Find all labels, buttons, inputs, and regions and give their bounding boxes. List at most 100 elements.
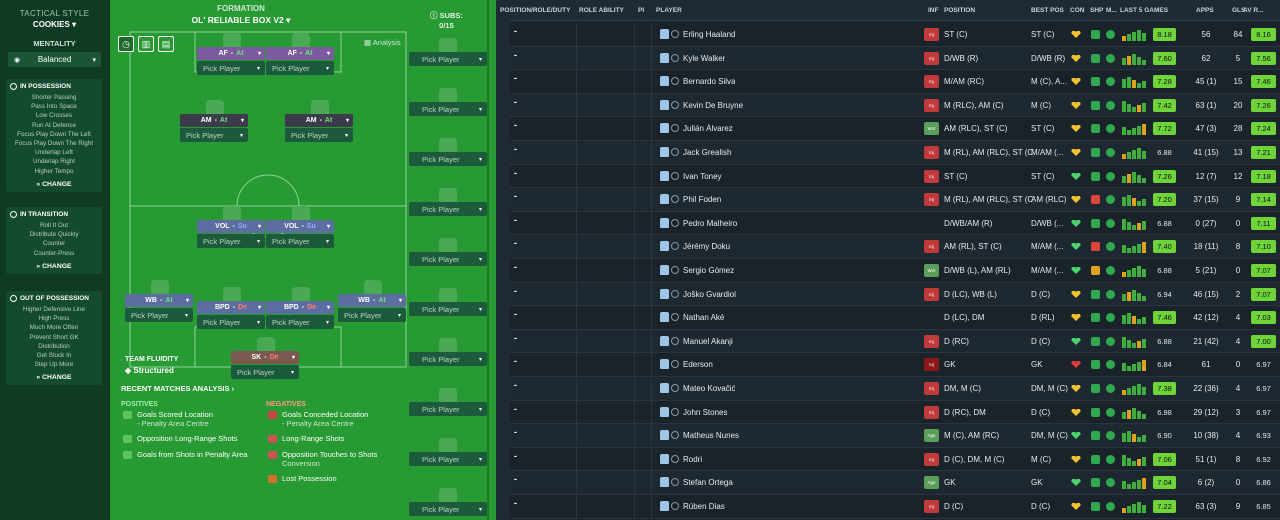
sub-pick-player-select[interactable]: Pick Player ▾ <box>409 488 487 516</box>
position-slot-sk[interactable]: SK - De ▾ Pick Player ▾ <box>231 337 299 381</box>
table-row[interactable]: - Jérémy Doku Inj AM (RL), ST (C) M/AM (... 7… <box>510 235 1280 259</box>
clipboard-icon[interactable]: ▤ <box>158 36 174 52</box>
sub-pick-player-select[interactable]: Pick Player ▾ <box>409 188 487 216</box>
table-row[interactable]: - Ederson Inj GK GK 6.84 61 0 6.97 <box>510 353 1280 377</box>
player-name[interactable]: Kyle Walker <box>683 54 725 63</box>
table-row[interactable]: - Manuel Akanji Inj D (RC) D (C) 6.88 21 (42) 4… <box>510 329 1280 354</box>
positive-item[interactable]: Opposition Long-Range Shots <box>121 434 261 443</box>
table-row[interactable]: - John Stones Inj D (RC), DM D (C) 6.98 29 (12… <box>510 400 1280 425</box>
column-header[interactable]: CON <box>1070 7 1084 14</box>
column-header[interactable]: LAST 5 GAMES <box>1120 7 1168 14</box>
table-row[interactable]: - Mateo Kovačić Inj DM, M (C) DM, M (C) 7.38 2… <box>510 377 1280 401</box>
player-name[interactable]: Bernardo Silva <box>683 77 735 86</box>
position-slot-vol[interactable]: VOL - Su ▾ Pick Player ▾ <box>266 206 334 250</box>
role-duty-label[interactable]: BPD - De ▾ <box>197 301 265 314</box>
position-role-duty[interactable]: - <box>514 262 517 272</box>
position-role-duty[interactable]: - <box>514 474 517 484</box>
negative-item[interactable]: Long-Range Shots <box>266 434 406 443</box>
analysis-toggle[interactable]: ▦ Analysis <box>364 38 401 47</box>
pick-player-select[interactable]: Pick Player ▾ <box>285 128 353 142</box>
player-name[interactable]: Rodri <box>683 455 702 464</box>
role-duty-label[interactable]: AF - At ▾ <box>197 47 265 60</box>
pick-player-select[interactable]: Pick Player ▾ <box>197 315 265 329</box>
sub-pick-player-select[interactable]: Pick Player ▾ <box>409 38 487 66</box>
position-role-duty[interactable]: - <box>514 144 517 154</box>
player-name[interactable]: Julián Álvarez <box>683 124 733 133</box>
position-role-duty[interactable]: - <box>514 168 517 178</box>
pick-player-select[interactable]: Pick Player ▾ <box>231 365 299 379</box>
position-slot-am[interactable]: AM - At ▾ Pick Player ▾ <box>180 100 248 144</box>
table-row[interactable]: - Ivan Toney Inj ST (C) ST (C) 7.26 12 (7) 12 7.… <box>510 164 1280 189</box>
position-slot-wb[interactable]: WB - At ▾ Pick Player ▾ <box>338 280 406 324</box>
table-row[interactable]: - Bernardo Silva Inj M/AM (RC) M (C), A... 7.… <box>510 70 1280 94</box>
player-name[interactable]: Kevin De Bruyne <box>683 101 743 110</box>
column-header[interactable]: POSITION/ROLE/DUTY <box>500 7 570 14</box>
position-role-duty[interactable]: - <box>514 309 517 319</box>
table-row[interactable]: - Kyle Walker Inj D/WB (R) D/WB (R) 7.60 62 5 7.… <box>510 46 1280 71</box>
player-name[interactable]: Matheus Nunes <box>683 431 739 440</box>
pick-player-select[interactable]: Pick Player ▾ <box>197 234 265 248</box>
role-duty-label[interactable]: BPD - De ▾ <box>266 301 334 314</box>
change-button[interactable]: » CHANGE <box>6 263 102 270</box>
role-duty-label[interactable]: AM - At ▾ <box>285 114 353 127</box>
role-duty-label[interactable]: WB - At ▾ <box>338 294 406 307</box>
positive-item[interactable]: Goals from Shots in Penalty Area <box>121 450 261 459</box>
position-role-duty[interactable]: - <box>514 498 517 508</box>
table-row[interactable]: - Matheus Nunes Agn M (C), AM (RC) DM, M (C)… <box>510 424 1280 448</box>
negative-item[interactable]: Lost Possession <box>266 474 406 483</box>
player-name[interactable]: Sergio Gómez <box>683 266 734 275</box>
position-role-duty[interactable]: - <box>514 26 517 36</box>
recent-matches-analysis-link[interactable]: RECENT MATCHES ANALYSIS › <box>121 384 234 393</box>
table-row[interactable]: - Phil Foden Inj M (RL), AM (RLC), ST (C) AM… <box>510 188 1280 212</box>
position-role-duty[interactable]: - <box>514 191 517 201</box>
column-header[interactable]: ROLE ABILITY <box>579 7 624 14</box>
column-header[interactable]: PI <box>638 7 644 14</box>
role-duty-label[interactable]: WB - At ▾ <box>125 294 193 307</box>
sub-pick-player-select[interactable]: Pick Player ▾ <box>409 388 487 416</box>
position-role-duty[interactable]: - <box>514 356 517 366</box>
column-header[interactable]: SHP <box>1090 7 1103 14</box>
column-header[interactable]: INF <box>928 7 938 14</box>
table-row[interactable]: - Rodri Inj D (C), DM, M (C) M (C) 7.06 51 (1)… <box>510 447 1280 472</box>
position-role-duty[interactable]: - <box>514 97 517 107</box>
position-role-duty[interactable]: - <box>514 427 517 437</box>
position-role-duty[interactable]: - <box>514 50 517 60</box>
player-name[interactable]: John Stones <box>683 408 727 417</box>
change-button[interactable]: » CHANGE <box>6 374 102 381</box>
negative-item[interactable]: Opposition Touches to Shots Conversion <box>266 450 406 468</box>
table-row[interactable]: - Sergio Gómez Wnt D/WB (L), AM (RL) M/AM (.… <box>510 259 1280 283</box>
table-row[interactable]: - Rúben Dias Inj D (C) D (C) 7.22 63 (3) 9 6.85 <box>510 495 1280 519</box>
table-row[interactable]: - Pedro Malheiro D/WB/AM (R) D/WB (... 6.88 0… <box>510 211 1280 236</box>
player-name[interactable]: Ederson <box>683 360 713 369</box>
sub-pick-player-select[interactable]: Pick Player ▾ <box>409 438 487 466</box>
position-role-duty[interactable]: - <box>514 451 517 461</box>
mentality-select[interactable]: ◉ Balanced ▾ <box>8 52 101 67</box>
position-slot-af[interactable]: AF - At ▾ Pick Player ▾ <box>197 33 265 77</box>
role-duty-label[interactable]: AM - At ▾ <box>180 114 248 127</box>
timer-icon[interactable]: ◷ <box>118 36 134 52</box>
position-role-duty[interactable]: - <box>514 238 517 248</box>
pick-player-select[interactable]: Pick Player ▾ <box>180 128 248 142</box>
column-header[interactable]: BEST POS <box>1031 7 1064 14</box>
sub-pick-player-select[interactable]: Pick Player ▾ <box>409 288 487 316</box>
player-name[interactable]: Jérémy Doku <box>683 242 730 251</box>
role-duty-label[interactable]: SK - De ▾ <box>231 351 299 364</box>
player-name[interactable]: Stefan Ortega <box>683 478 733 487</box>
pick-player-select[interactable]: Pick Player ▾ <box>338 308 406 322</box>
table-row[interactable]: - Erling Haaland Inj ST (C) ST (C) 8.18 56 84 8.… <box>510 23 1280 47</box>
pick-player-select[interactable]: Pick Player ▾ <box>125 308 193 322</box>
role-duty-label[interactable]: AF - At ▾ <box>266 47 334 60</box>
column-header[interactable]: M... <box>1106 7 1117 14</box>
pick-player-select[interactable]: Pick Player ▾ <box>266 315 334 329</box>
position-role-duty[interactable]: - <box>514 286 517 296</box>
position-slot-bpd[interactable]: BPD - De ▾ Pick Player ▾ <box>266 287 334 331</box>
role-duty-label[interactable]: VOL - Su ▾ <box>266 220 334 233</box>
position-role-duty[interactable]: - <box>514 333 517 343</box>
pick-player-select[interactable]: Pick Player ▾ <box>266 234 334 248</box>
formation-name[interactable]: OL' RELIABLE BOX V2 ▾ <box>110 15 372 26</box>
sub-pick-player-select[interactable]: Pick Player ▾ <box>409 138 487 166</box>
position-slot-vol[interactable]: VOL - Su ▾ Pick Player ▾ <box>197 206 265 250</box>
player-name[interactable]: Ivan Toney <box>683 172 722 181</box>
column-header[interactable]: AV R... <box>1243 7 1263 14</box>
player-name[interactable]: Nathan Aké <box>683 313 724 322</box>
